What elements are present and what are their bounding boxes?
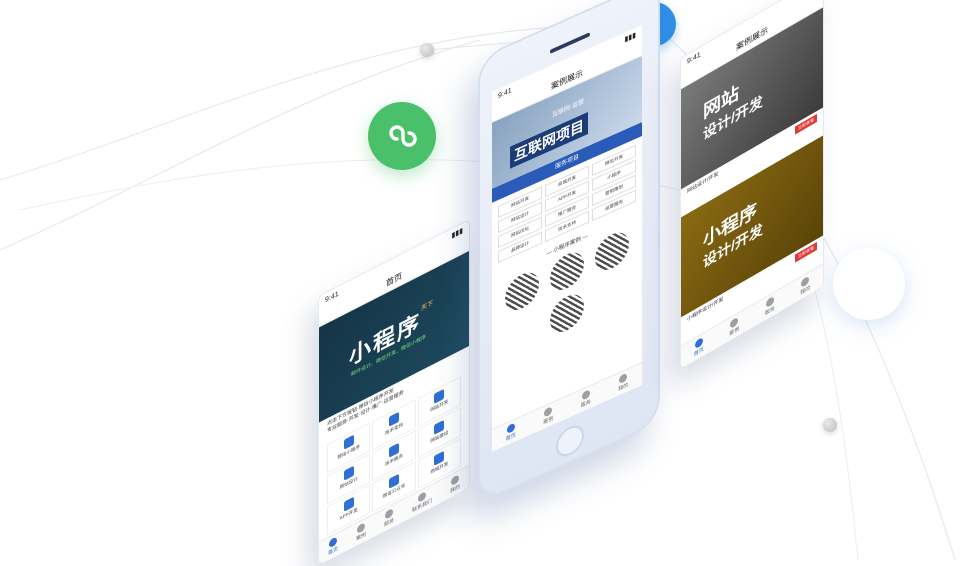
tab-service[interactable]: 服务 (765, 295, 775, 317)
tab-me[interactable]: 我的 (450, 474, 460, 495)
tab-service[interactable]: 服务 (384, 507, 394, 528)
banner-title: 小程序 (349, 308, 422, 371)
tab-cases[interactable]: 案例 (729, 316, 739, 338)
tab-home[interactable]: 首页 (505, 422, 516, 443)
tab-me[interactable]: 我的 (618, 372, 629, 393)
qr-code[interactable] (594, 226, 629, 277)
tab-label: 首页 (327, 545, 338, 557)
phone-showcase: 9:41 ▮▮▮ 案例展示 网站 设计/开发 网站设计/开发 立即查看 小程序 … (680, 0, 824, 370)
phone-home: 9:41 ▮▮▮ 首页 小程序 天下 邮件设计、微信开发、微信小程序 点击下方按… (318, 218, 470, 566)
qr-code[interactable] (550, 288, 584, 338)
tab-label: 服务 (383, 517, 394, 529)
tab-cases[interactable]: 案例 (356, 522, 366, 543)
banner-tag: 天下 (421, 300, 434, 313)
tab-contact[interactable]: 联系我们 (412, 488, 432, 514)
tab-label: 服务 (580, 398, 591, 410)
qr-code[interactable] (505, 266, 540, 316)
phone-cases-device: 9:41 ▮▮▮ 案例展示 互联网·运营 互联网项目 服务项目 网站开发 商城开… (478, 0, 660, 504)
tab-home[interactable]: 首页 (694, 336, 704, 358)
tab-me[interactable]: 我的 (800, 275, 810, 297)
mini-program-icon (368, 102, 436, 170)
node-dot (420, 43, 434, 57)
home-button[interactable] (556, 420, 584, 462)
phone-screen: 9:41 ▮▮▮ 案例展示 互联网·运营 互联网项目 服务项目 网站开发 商城开… (492, 24, 642, 452)
tab-label: 首页 (505, 432, 516, 443)
node-dot (823, 418, 837, 432)
tab-cases[interactable]: 案例 (543, 405, 554, 426)
tab-label: 案例 (355, 531, 366, 543)
tab-label: 我的 (449, 483, 460, 495)
tab-home[interactable]: 首页 (328, 536, 338, 557)
floating-bubble (833, 248, 905, 320)
qr-code[interactable] (549, 246, 584, 296)
tab-label: 案例 (543, 415, 554, 426)
tab-label: 我的 (618, 382, 629, 393)
tab-service[interactable]: 服务 (581, 389, 591, 409)
